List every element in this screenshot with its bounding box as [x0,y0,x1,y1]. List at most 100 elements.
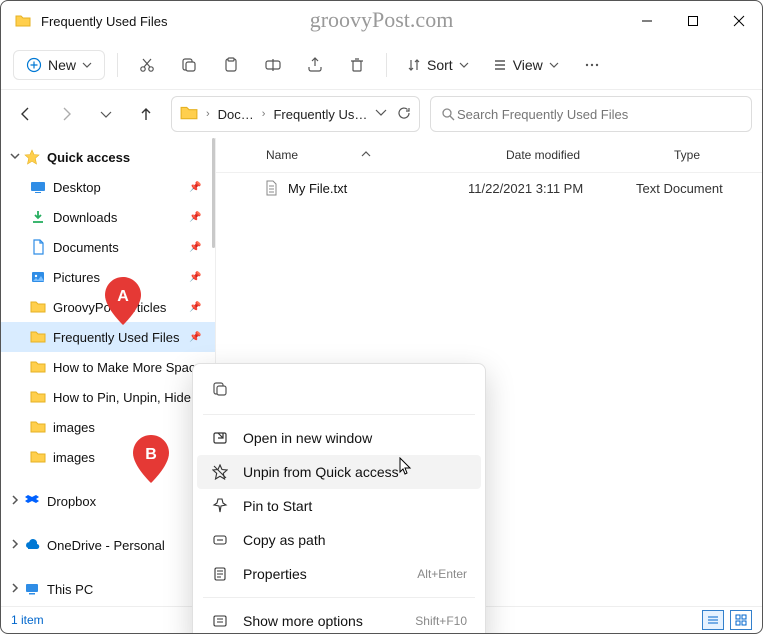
new-window-icon [211,429,229,447]
sidebar-item-pictures[interactable]: Pictures 📌 [1,262,215,292]
menu-top-icons [197,370,481,408]
pin-icon: 📌 [189,212,207,223]
watermark: groovyPost.com [310,7,454,33]
folder-icon [29,448,47,466]
details-view-button[interactable] [702,610,724,630]
sidebar-item-downloads[interactable]: Downloads 📌 [1,202,215,232]
folder-icon [29,418,47,436]
star-icon [23,148,41,166]
column-date[interactable]: Date modified [506,148,674,162]
share-button[interactable] [298,48,332,82]
new-button[interactable]: New [13,50,105,80]
pin-icon: 📌 [189,272,207,283]
sort-asc-icon [361,149,371,159]
copy-icon[interactable] [211,380,229,398]
sidebar-item-images[interactable]: images [1,412,215,442]
pictures-icon [29,268,47,286]
command-bar: New Sort View [1,41,762,90]
sidebar-item-onedrive[interactable]: OneDrive - Personal [1,530,215,560]
sidebar-item-desktop[interactable]: Desktop 📌 [1,172,215,202]
pin-icon: 📌 [189,332,207,343]
chevron-down-icon [82,60,92,70]
expand-icon[interactable] [7,583,23,596]
sidebar-item-groovypost[interactable]: GroovyPost Articles 📌 [1,292,215,322]
menu-open-new-window[interactable]: Open in new window [197,421,481,455]
desktop-icon [29,178,47,196]
sidebar-item-make-space[interactable]: How to Make More Space [1,352,215,382]
chevron-right-icon: › [206,108,210,120]
menu-properties[interactable]: Properties Alt+Enter [197,557,481,591]
sidebar-item-quick-access[interactable]: Quick access [1,142,215,172]
sidebar-item-label: Frequently Used Files [53,330,189,345]
folder-icon [180,104,198,125]
folder-icon [29,298,47,316]
onedrive-icon [23,536,41,554]
downloads-icon [29,208,47,226]
item-count: 1 item [11,613,44,627]
pin-icon: 📌 [189,302,207,313]
collapse-icon[interactable] [7,151,23,164]
sidebar-item-dropbox[interactable]: Dropbox [1,486,215,516]
pc-icon [23,580,41,598]
titlebar: Frequently Used Files groovyPost.com [1,1,762,41]
menu-copy-as-path[interactable]: Copy as path [197,523,481,557]
menu-show-more[interactable]: Show more options Shift+F10 [197,604,481,634]
search-box[interactable] [430,96,752,132]
breadcrumb-parent[interactable]: Doc… [218,107,254,122]
forward-button[interactable] [51,99,81,129]
cursor-icon [399,457,413,477]
maximize-button[interactable] [670,1,716,41]
back-button[interactable] [11,99,41,129]
sidebar-item-label: Quick access [47,150,215,165]
menu-unpin-quick-access[interactable]: Unpin from Quick access [197,455,481,489]
column-name[interactable]: Name [216,148,506,162]
sidebar-item-images-2[interactable]: images [1,442,215,472]
sidebar-item-label: Dropbox [47,494,215,509]
column-headers[interactable]: Name Date modified Type [216,138,762,173]
chevron-down-icon [549,60,559,70]
menu-pin-to-start[interactable]: Pin to Start [197,489,481,523]
search-input[interactable] [455,106,741,123]
sort-button[interactable]: Sort [399,57,477,73]
view-button[interactable]: View [485,57,567,73]
view-icon [493,58,507,72]
pin-icon [211,497,229,515]
thumbnails-view-button[interactable] [730,610,752,630]
rename-button[interactable] [256,48,290,82]
delete-button[interactable] [340,48,374,82]
sidebar-item-label: Pictures [53,270,189,285]
close-button[interactable] [716,1,762,41]
cut-button[interactable] [130,48,164,82]
sidebar-item-label: images [53,450,215,465]
sidebar-item-this-pc[interactable]: This PC [1,574,215,604]
dropbox-icon [23,492,41,510]
dropdown-button[interactable] [375,106,387,123]
paste-button[interactable] [214,48,248,82]
copy-path-icon [211,531,229,549]
properties-icon [211,565,229,583]
chevron-right-icon: › [262,108,266,120]
window-controls [624,1,762,41]
minimize-button[interactable] [624,1,670,41]
shortcut: Alt+Enter [417,567,467,581]
sidebar-item-documents[interactable]: Documents 📌 [1,232,215,262]
address-bar[interactable]: › Doc… › Frequently Us… [171,96,420,132]
sidebar-item-frequently-used[interactable]: Frequently Used Files 📌 [1,322,215,352]
breadcrumb-current[interactable]: Frequently Us… [273,107,367,122]
expand-icon[interactable] [7,495,23,508]
sidebar-item-pin-unpin[interactable]: How to Pin, Unpin, Hide [1,382,215,412]
expand-icon[interactable] [7,539,23,552]
more-button[interactable] [575,48,609,82]
context-menu: Open in new window Unpin from Quick acce… [192,363,486,634]
file-name: My File.txt [288,181,468,196]
copy-button[interactable] [172,48,206,82]
pin-icon: 📌 [189,182,207,193]
file-row[interactable]: My File.txt 11/22/2021 3:11 PM Text Docu… [216,173,762,203]
recent-button[interactable] [91,99,121,129]
documents-icon [29,238,47,256]
search-icon [441,107,455,121]
refresh-button[interactable] [397,106,411,123]
up-button[interactable] [131,99,161,129]
column-type[interactable]: Type [674,148,762,162]
unpin-star-icon [211,463,229,481]
